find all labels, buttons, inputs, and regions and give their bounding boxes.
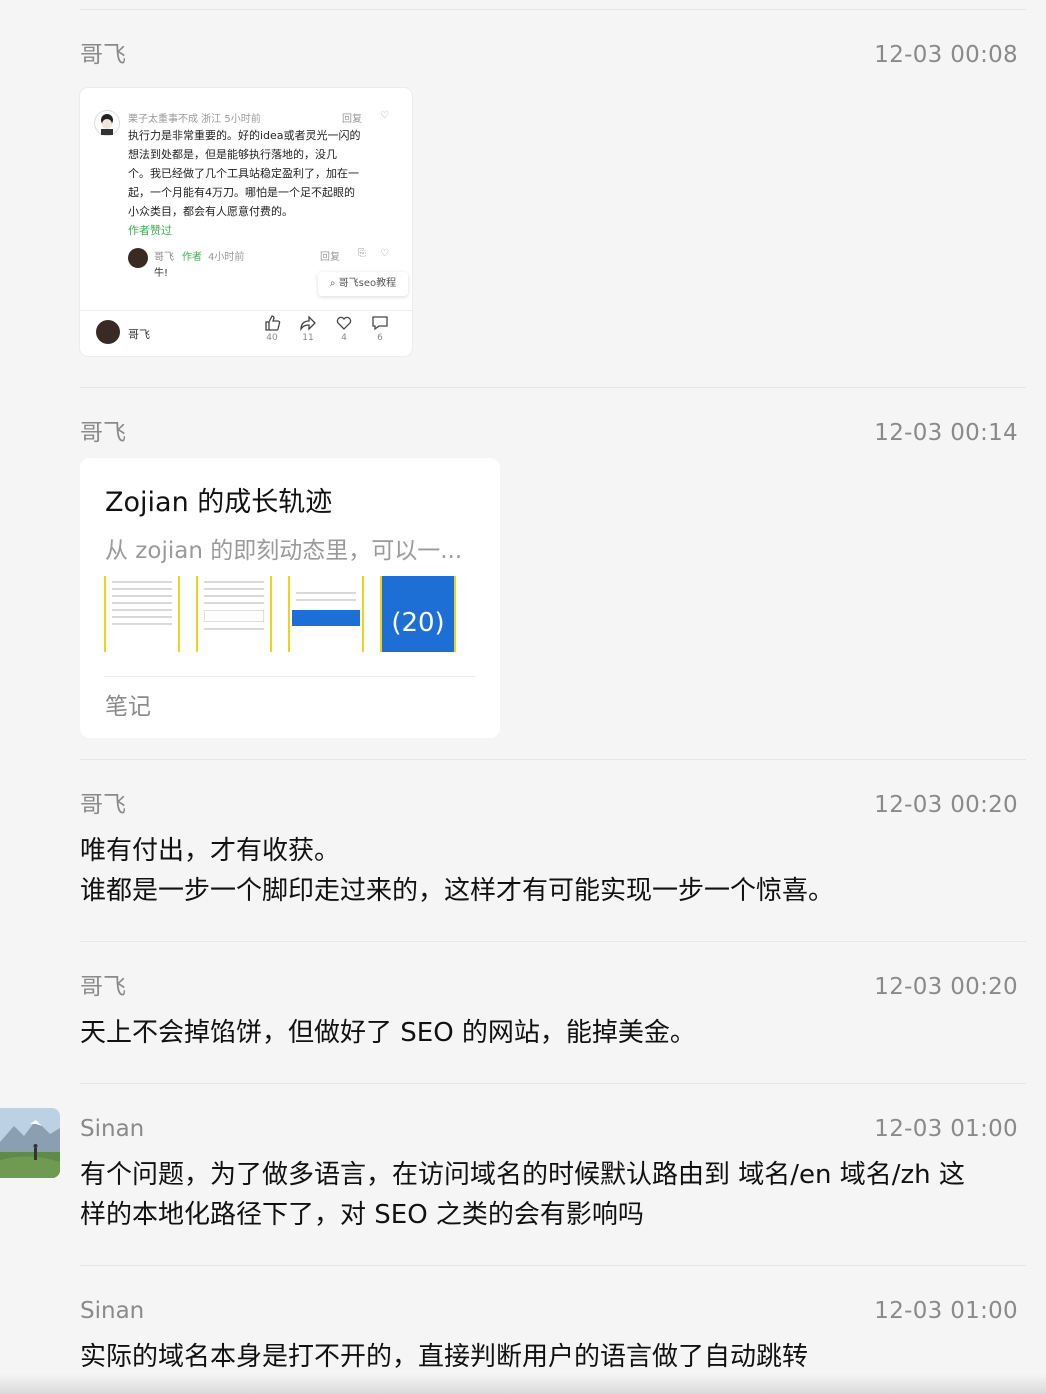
message-text: 天上不会掉馅饼，但做好了 SEO 的网站，能掉美金。 — [80, 1013, 1030, 1053]
message-line: 实际的域名本身是打不开的，直接判断用户的语言做了自动跳转 — [80, 1342, 809, 1372]
message-feed: 哥飞 12-03 00:08 栗子太重事不成 浙江 5小时前 回复 ♡ 执行力是… — [0, 0, 1046, 1394]
search-pill: ⌕ 哥飞seo教程 — [318, 272, 408, 296]
divider — [80, 1265, 1026, 1266]
message-text: 唯有付出，才有收获。 谁都是一步一个脚印走过来的，这样才有可能实现一步一个惊喜。 — [80, 831, 1030, 911]
share-icon: ⎘ — [358, 248, 366, 259]
timestamp: 12-03 00:20 — [874, 792, 1018, 818]
timestamp: 12-03 00:14 — [874, 420, 1018, 446]
reply-avatar — [128, 248, 148, 268]
like-icon: ♡ — [380, 110, 389, 121]
comment-count: 6 — [377, 333, 383, 343]
note-title: Zojian 的成长轨迹 — [105, 487, 333, 518]
divider — [80, 9, 1026, 10]
comment-header: 栗子太重事不成 浙江 5小时前 — [128, 114, 261, 125]
note-thumbnail — [288, 576, 364, 652]
footer-name: 哥飞 — [128, 328, 150, 341]
note-description: 从 zojian 的即刻动态里，可以一... — [105, 538, 463, 564]
share-action: 11 — [296, 314, 320, 344]
reply-text: 牛! — [154, 268, 169, 279]
avatar — [94, 110, 120, 136]
divider — [80, 387, 1026, 388]
message-text: 有个问题，为了做多语言，在访问域名的时候默认路由到 域名/en 域名/zh 这 … — [80, 1155, 1030, 1235]
like-icon: ♡ — [380, 248, 389, 259]
heart-icon — [336, 316, 352, 330]
like-count: 40 — [266, 333, 278, 343]
divider — [80, 759, 1026, 760]
divider — [80, 310, 412, 311]
favorite-action: 4 — [332, 314, 356, 344]
comment-line: 小众类目，都会有人愿意付费的。 — [128, 205, 293, 218]
divider — [104, 676, 476, 677]
sender-name[interactable]: 哥飞 — [80, 972, 126, 1002]
reply-name: 哥飞 — [154, 252, 174, 263]
author-liked-badge: 作者赞过 — [128, 224, 172, 237]
reply-action: 回复 — [320, 252, 340, 263]
footer-avatar — [96, 320, 120, 344]
reply-label: 回复 — [342, 114, 362, 125]
screenshot-image[interactable]: 栗子太重事不成 浙江 5小时前 回复 ♡ 执行力是非常重要的。好的idea或者灵… — [80, 88, 412, 356]
author-badge: 作者 — [182, 252, 202, 263]
message-line: 谁都是一步一个脚印走过来的，这样才有可能实现一步一个惊喜。 — [80, 876, 835, 906]
divider — [80, 1083, 1026, 1084]
avatar[interactable] — [0, 1108, 60, 1178]
reply-time: 4小时前 — [208, 252, 245, 263]
thumbs-up-icon — [265, 315, 281, 331]
comment-icon — [372, 316, 388, 331]
image-count: (20) — [391, 608, 445, 638]
note-tag: 笔记 — [105, 694, 151, 720]
note-thumbnail — [196, 576, 272, 652]
comment-line: 想法到处都是，但是能够执行落地的，没几 — [128, 148, 337, 161]
sender-name[interactable]: 哥飞 — [80, 40, 126, 70]
share-count: 11 — [302, 333, 314, 343]
message-line: 唯有付出，才有收获。 — [80, 836, 341, 866]
message-line: 有个问题，为了做多语言，在访问域名的时候默认路由到 域名/en 域名/zh 这 — [80, 1160, 965, 1190]
timestamp: 12-03 01:00 — [874, 1116, 1018, 1142]
message-line: 样的本地化路径下了，对 SEO 之类的会有影响吗 — [80, 1200, 644, 1230]
comment-line: 执行力是非常重要的。好的idea或者灵光一闪的 — [128, 129, 361, 142]
note-thumbnail — [104, 576, 180, 652]
sender-name[interactable]: Sinan — [80, 1296, 144, 1326]
favorite-count: 4 — [341, 333, 347, 343]
share-icon — [300, 315, 316, 332]
message-text: 实际的域名本身是打不开的，直接判断用户的语言做了自动跳转 — [80, 1337, 1030, 1377]
sender-name[interactable]: 哥飞 — [80, 790, 126, 820]
timestamp: 12-03 01:00 — [874, 1298, 1018, 1324]
comment-action: 6 — [368, 314, 392, 344]
search-icon: ⌕ — [329, 278, 336, 289]
like-action: 40 — [260, 314, 284, 344]
timestamp: 12-03 00:20 — [874, 974, 1018, 1000]
search-pill-label: 哥飞seo教程 — [338, 278, 397, 289]
sender-name[interactable]: 哥飞 — [80, 418, 126, 448]
divider — [80, 941, 1026, 942]
timestamp: 12-03 00:08 — [874, 42, 1018, 68]
sender-name[interactable]: Sinan — [80, 1114, 144, 1144]
comment-line: 起，一个月能有4万刀。哪怕是一个足不起眼的 — [128, 186, 355, 199]
comment-line: 个。我已经做了几个工具站稳定盈利了，加在一 — [128, 167, 359, 180]
scroll-fade — [0, 1374, 1046, 1394]
mountain-landscape-icon — [0, 1108, 60, 1178]
note-thumbnails: (20) — [104, 576, 456, 652]
note-thumbnail: (20) — [380, 576, 456, 652]
message-line: 天上不会掉馅饼，但做好了 SEO 的网站，能掉美金。 — [80, 1018, 696, 1048]
note-card[interactable]: Zojian 的成长轨迹 从 zojian 的即刻动态里，可以一... (20)… — [80, 458, 500, 738]
